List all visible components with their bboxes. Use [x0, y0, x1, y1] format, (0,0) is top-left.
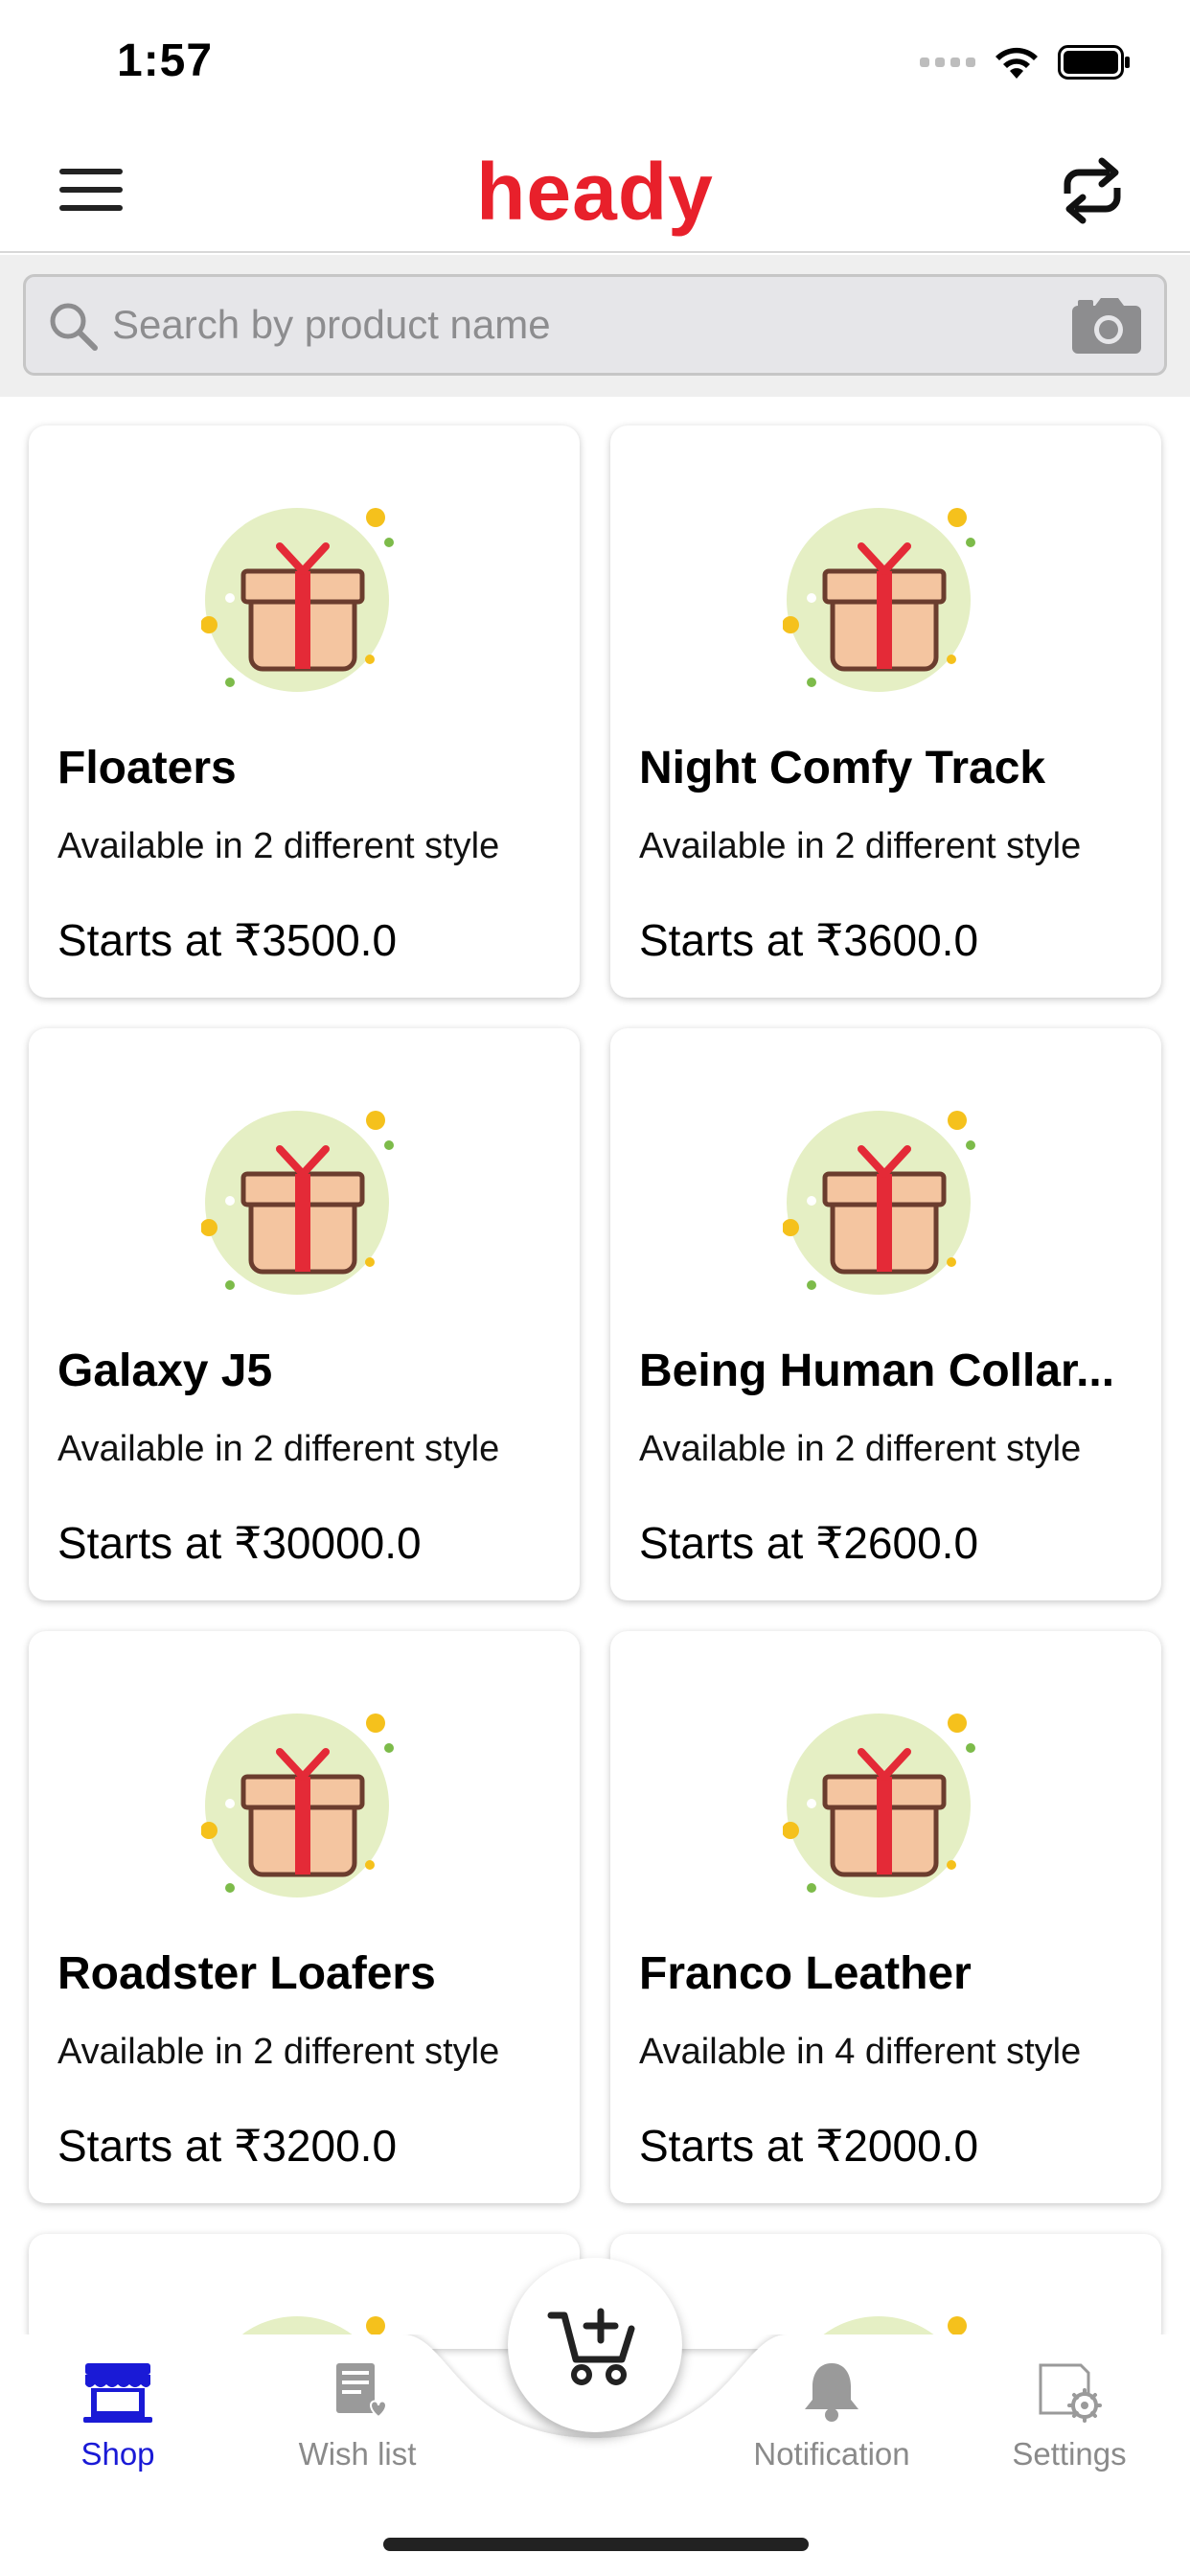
product-name: Floaters [57, 743, 237, 794]
tab-wish-list[interactable]: Wish list [262, 2358, 453, 2472]
product-availability: Available in 2 different style [639, 826, 1082, 866]
tab-settings-label: Settings [1012, 2436, 1127, 2472]
product-card[interactable]: Franco Leather Available in 4 different … [610, 1631, 1161, 2203]
app-title: heady [476, 147, 714, 237]
tab-wish-list-label: Wish list [298, 2436, 417, 2472]
product-name: Franco Leather [639, 1948, 972, 1999]
tab-shop[interactable]: Shop [22, 2358, 214, 2472]
navigation-bar: heady [0, 126, 1190, 253]
product-price: Starts at ₹3200.0 [57, 2121, 398, 2171]
product-grid: Floaters Available in 2 different style … [29, 426, 1161, 2349]
product-card[interactable]: Roadster Loafers Available in 2 differen… [29, 1631, 580, 2203]
product-card[interactable]: Galaxy J5 Available in 2 different style… [29, 1028, 580, 1600]
add-to-cart-icon [547, 2308, 635, 2385]
bell-icon [805, 2363, 858, 2422]
search-icon [50, 303, 98, 351]
status-indicators [920, 44, 1131, 80]
tab-notification[interactable]: Notification [736, 2358, 927, 2472]
add-to-cart-button[interactable] [508, 2258, 682, 2432]
search-bar[interactable] [23, 274, 1167, 376]
product-card[interactable]: Being Human Collar... Available in 2 dif… [610, 1028, 1161, 1600]
product-card[interactable] [29, 2234, 580, 2349]
product-availability: Available in 2 different style [57, 826, 500, 866]
home-indicator[interactable] [383, 2538, 809, 2551]
gift-box-icon [783, 1111, 975, 1295]
product-price: Starts at ₹30000.0 [57, 1518, 422, 1568]
product-name: Being Human Collar... [639, 1346, 1115, 1396]
product-price: Starts at ₹2600.0 [639, 1518, 979, 1568]
settings-icon [1039, 2363, 1102, 2423]
search-area [0, 255, 1190, 397]
product-card[interactable]: Floaters Available in 2 different style … [29, 426, 580, 998]
gift-box-icon [201, 1111, 394, 1295]
gift-box-icon [783, 508, 975, 692]
tab-shop-label: Shop [80, 2436, 155, 2472]
product-card[interactable]: Night Comfy Track Available in 2 differe… [610, 426, 1161, 998]
tab-bar: Shop Wish list Notification Settings [0, 2258, 1190, 2576]
product-price: Starts at ₹2000.0 [639, 2121, 979, 2171]
product-availability: Available in 2 different style [57, 1429, 500, 1469]
tab-notification-label: Notification [753, 2436, 910, 2472]
product-card[interactable] [610, 2234, 1161, 2349]
gift-box-icon [783, 1714, 975, 1898]
search-input[interactable] [112, 277, 1032, 373]
refresh-icon[interactable] [1054, 155, 1131, 226]
product-availability: Available in 2 different style [57, 2032, 500, 2072]
product-availability: Available in 2 different style [639, 1429, 1082, 1469]
product-name: Roadster Loafers [57, 1948, 436, 1999]
shop-icon [83, 2363, 152, 2423]
gift-box-icon [201, 508, 394, 692]
status-bar: 1:57 [0, 0, 1190, 126]
tab-settings[interactable]: Settings [973, 2358, 1165, 2472]
wishlist-icon [336, 2363, 388, 2419]
product-name: Galaxy J5 [57, 1346, 273, 1396]
cellular-signal-icon [920, 58, 975, 67]
product-price: Starts at ₹3500.0 [57, 915, 398, 965]
product-availability: Available in 4 different style [639, 2032, 1082, 2072]
status-time: 1:57 [117, 35, 214, 86]
gift-box-icon [201, 1714, 394, 1898]
camera-icon[interactable] [1070, 296, 1143, 356]
battery-icon [1058, 45, 1130, 80]
product-name: Night Comfy Track [639, 743, 1046, 794]
product-price: Starts at ₹3600.0 [639, 915, 979, 965]
wifi-icon [995, 47, 1038, 79]
